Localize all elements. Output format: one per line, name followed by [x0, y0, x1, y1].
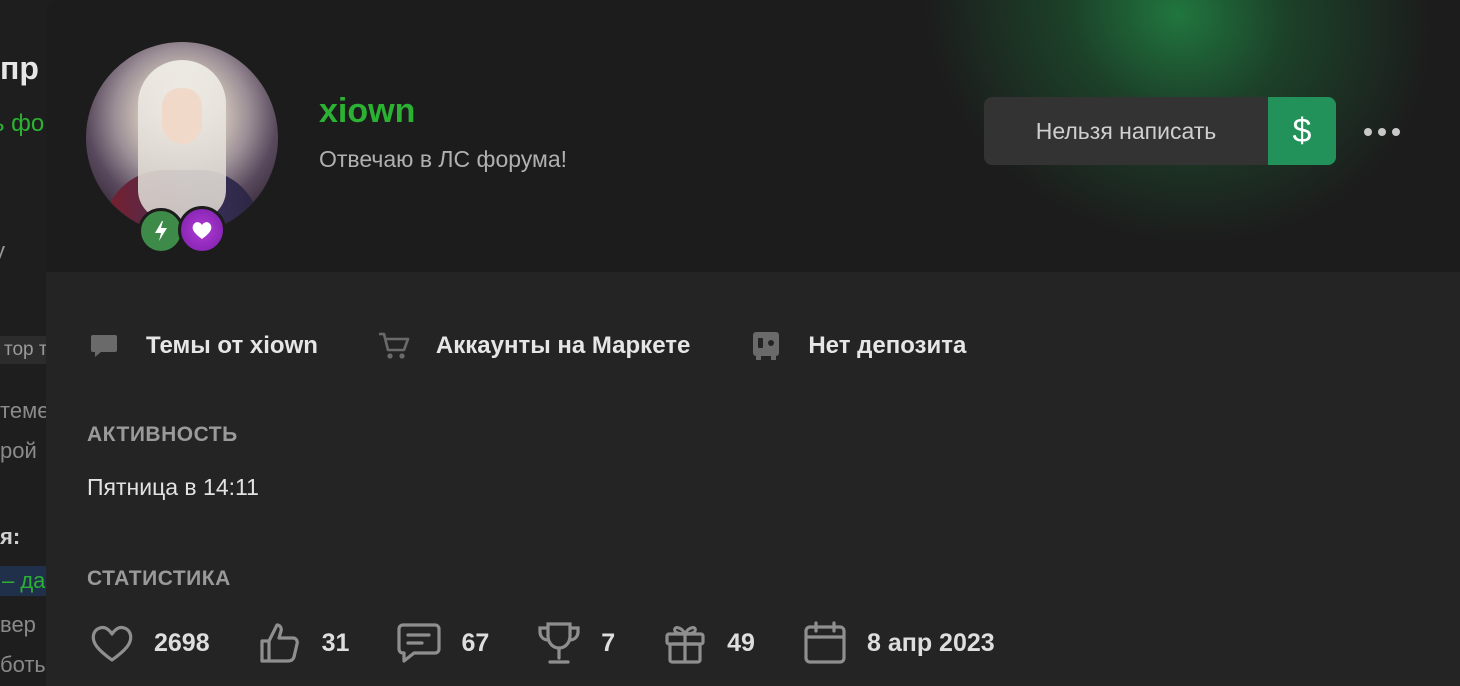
- profile-header: xiown Отвечаю в ЛС форума! Нельзя написа…: [46, 0, 1460, 272]
- link-user-threads[interactable]: Темы от xiown: [86, 328, 318, 364]
- background-text-fragment: боты: [0, 652, 51, 677]
- avatar-face: [162, 88, 202, 144]
- statistics-title: СТАТИСТИКА: [87, 567, 231, 590]
- heart-icon: [88, 619, 136, 667]
- stat-value: 49: [727, 628, 755, 657]
- safe-icon: [748, 328, 784, 364]
- username[interactable]: xiown: [319, 92, 415, 131]
- background-link-fragment: – да: [0, 566, 48, 596]
- more-dot-icon: [1392, 128, 1400, 136]
- link-market-accounts[interactable]: Аккаунты на Маркете: [376, 328, 690, 364]
- stat-value: 7: [601, 628, 616, 657]
- statistics-row: 2698 31 67 7 49 8 апр 2023: [88, 618, 1041, 668]
- link-label: Темы от xiown: [146, 332, 318, 359]
- calendar-icon: [801, 619, 849, 667]
- trophy-icon: [535, 619, 583, 667]
- stat-registration-date[interactable]: 8 апр 2023: [801, 619, 995, 667]
- background-tag-fragment: тор т: [0, 336, 52, 364]
- avatar[interactable]: [86, 42, 278, 234]
- stat-value: 31: [321, 628, 350, 657]
- lightning-icon: [155, 221, 167, 241]
- more-dot-icon: [1378, 128, 1386, 136]
- stat-value: 2698: [154, 628, 210, 657]
- activity-title: АКТИВНОСТЬ: [87, 423, 238, 446]
- profile-links: Темы от xiown Аккаунты на Маркете Нет де…: [86, 328, 1024, 364]
- thumbs-up-icon: [256, 619, 304, 667]
- stat-value: 8 апр 2023: [866, 628, 995, 657]
- chat-bubble-icon: [86, 328, 122, 364]
- link-label: Нет депозита: [808, 332, 967, 359]
- profile-status: Отвечаю в ЛС форума!: [319, 146, 568, 172]
- stat-value: 67: [461, 628, 490, 657]
- more-options-button[interactable]: [1358, 112, 1406, 152]
- background-text-fragment: я:: [0, 524, 21, 549]
- link-label: Аккаунты на Маркете: [435, 332, 691, 359]
- more-dot-icon: [1364, 128, 1372, 136]
- background-text-fragment: вер: [0, 612, 36, 637]
- gift-icon: [661, 619, 709, 667]
- stat-messages[interactable]: 67: [395, 619, 489, 667]
- message-icon: [395, 619, 443, 667]
- stat-gifts[interactable]: 49: [661, 619, 755, 667]
- activity-value: Пятница в 14:11: [87, 474, 259, 500]
- cart-icon: [376, 328, 412, 364]
- background-text-fragment: теме: [0, 398, 50, 423]
- cannot-write-button[interactable]: Нельзя написать: [984, 97, 1268, 165]
- stat-reactions[interactable]: 31: [256, 619, 350, 667]
- background-text-fragment: рой: [0, 438, 37, 463]
- background-text-fragment: y: [0, 238, 5, 264]
- background-heading-fragment: пр: [0, 50, 39, 86]
- stat-trophies[interactable]: 7: [535, 619, 615, 667]
- background-link-fragment: ь фо: [0, 110, 45, 137]
- dollar-icon: $: [1292, 111, 1312, 150]
- heart-icon: [192, 222, 212, 239]
- money-transfer-button[interactable]: $: [1268, 97, 1336, 165]
- heart-badge[interactable]: [178, 206, 226, 254]
- link-deposit[interactable]: Нет депозита: [748, 328, 966, 364]
- stat-likes[interactable]: 2698: [88, 619, 210, 667]
- profile-card: xiown Отвечаю в ЛС форума! Нельзя написа…: [46, 0, 1460, 686]
